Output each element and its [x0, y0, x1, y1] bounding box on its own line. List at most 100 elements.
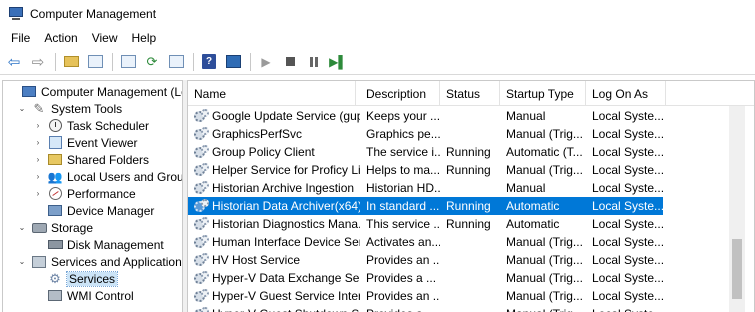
- service-name: Historian Data Archiver(x64): [188, 197, 360, 215]
- column-header-status[interactable]: Status: [440, 81, 500, 106]
- console-tree[interactable]: Computer Management (Local ⌄ ✎ System Tools…: [2, 80, 183, 312]
- column-header-name[interactable]: Name: [188, 81, 356, 106]
- table-row[interactable]: GraphicsPerfSvc Graphics pe... Manual (Tri…: [188, 125, 663, 143]
- stop-service-button[interactable]: [280, 52, 300, 72]
- users-icon: 👥: [47, 169, 63, 184]
- table-row[interactable]: Hyper-V Guest Shutdown S...Provides a ..…: [188, 305, 663, 312]
- expand-chevron-icon[interactable]: ›: [33, 172, 43, 181]
- service-name-text: Group Policy Client: [212, 145, 315, 159]
- expand-chevron-icon[interactable]: ›: [33, 121, 43, 130]
- properties-icon: [120, 55, 136, 68]
- scrollbar-thumb[interactable]: [732, 239, 742, 299]
- show-action-pane-button[interactable]: [223, 52, 243, 72]
- help-button[interactable]: ?: [199, 52, 219, 72]
- table-row[interactable]: Historian Data Archiver(x64) In standard …: [188, 197, 663, 215]
- tree-item[interactable]: › Shared Folders: [33, 151, 149, 168]
- restart-service-button[interactable]: ▶▌: [328, 52, 348, 72]
- service-log-on-as: Local Syste...: [592, 145, 663, 159]
- tree-item-label: Local Users and Groups: [67, 169, 182, 184]
- table-row[interactable]: Historian Archive Ingestion Historian HD.…: [188, 179, 663, 197]
- table-row[interactable]: Hyper-V Data Exchange Ser... Provides a .…: [188, 269, 663, 287]
- tree-item[interactable]: Computer Management (Local: [7, 83, 182, 100]
- table-row[interactable]: HV Host Service Provides an ... Manual (Tr…: [188, 251, 663, 269]
- list-header: Name Description Status Startup Type Log…: [188, 81, 754, 106]
- service-name: HV Host Service: [188, 251, 360, 269]
- tree-item-label: Services: [65, 270, 119, 287]
- window-title: Computer Management: [30, 7, 157, 21]
- menu-bar: File Action View Help: [0, 28, 755, 48]
- service-status: [440, 233, 500, 251]
- tree-item[interactable]: ⚙ Services: [33, 270, 119, 287]
- column-header-startup-type[interactable]: Startup Type: [500, 81, 586, 106]
- service-gear-icon: [194, 271, 209, 286]
- service-name: Historian Archive Ingestion: [188, 179, 360, 197]
- service-status: Running: [446, 217, 491, 231]
- services-list[interactable]: Name Description Status Startup Type Log…: [187, 80, 755, 312]
- start-service-button[interactable]: ▶: [256, 52, 276, 72]
- show-hide-console-tree-button[interactable]: [85, 52, 105, 72]
- tree-item[interactable]: › Task Scheduler: [33, 117, 149, 134]
- table-row[interactable]: Google Update Service (gup... Keeps your …: [188, 107, 663, 125]
- tree-item[interactable]: ⌄ Storage: [17, 219, 93, 236]
- table-row[interactable]: Hyper-V Guest Service Inter... Provides a…: [188, 287, 663, 305]
- service-gear-icon: [194, 307, 209, 312]
- properties-button[interactable]: [118, 52, 138, 72]
- service-log-on-as: Local Syste...: [592, 253, 663, 267]
- column-header-log-on-as[interactable]: Log On As: [586, 81, 666, 106]
- service-name-text: HV Host Service: [212, 253, 301, 267]
- tree-item[interactable]: Device Manager: [33, 202, 154, 219]
- service-gear-icon: [194, 199, 209, 214]
- pause-service-button[interactable]: [304, 52, 324, 72]
- table-row[interactable]: Group Policy Client The service i... Runni…: [188, 143, 663, 161]
- tree-item-label: WMI Control: [67, 288, 134, 303]
- tree-item[interactable]: › 👥 Local Users and Groups: [33, 168, 182, 185]
- menu-file[interactable]: File: [4, 28, 37, 48]
- expand-chevron-icon[interactable]: ›: [33, 155, 43, 164]
- tree-item[interactable]: › Event Viewer: [33, 134, 138, 151]
- expand-chevron-icon[interactable]: ›: [33, 189, 43, 198]
- tree-item[interactable]: › Performance: [33, 185, 136, 202]
- service-gear-icon: [194, 145, 209, 160]
- tree-item[interactable]: ⌄ ✎ System Tools: [17, 100, 123, 117]
- collapse-chevron-icon[interactable]: ⌄: [17, 223, 27, 232]
- service-name: Hyper-V Guest Service Inter...: [188, 287, 360, 305]
- service-description: Helps to ma...: [366, 163, 440, 177]
- back-button[interactable]: ⇦: [4, 52, 24, 72]
- up-one-level-button[interactable]: [61, 52, 81, 72]
- disk-icon: [47, 238, 63, 252]
- column-header-description[interactable]: Description: [360, 81, 440, 106]
- service-description: In standard ...: [366, 199, 440, 213]
- service-description: Provides an ...: [366, 253, 440, 267]
- service-startup-type: Manual (Trig...: [506, 235, 583, 249]
- tree-item-label: System Tools: [51, 101, 123, 116]
- menu-help[interactable]: Help: [125, 28, 164, 48]
- service-name-text: Historian Archive Ingestion: [212, 181, 355, 195]
- tree-item[interactable]: Disk Management: [33, 236, 164, 253]
- collapse-chevron-icon[interactable]: ⌄: [17, 257, 27, 266]
- tree-item-label: Task Scheduler: [67, 118, 150, 133]
- device-manager-icon: [47, 204, 63, 218]
- expand-chevron-icon[interactable]: ›: [33, 138, 43, 147]
- refresh-button[interactable]: ⟳: [142, 52, 162, 72]
- table-row[interactable]: Human Interface Device Ser... Activates a…: [188, 233, 663, 251]
- vertical-scrollbar[interactable]: [729, 106, 745, 312]
- performance-icon: [47, 187, 63, 201]
- computer-management-icon: [8, 6, 24, 22]
- tree-item-label: Computer Management (Local: [41, 84, 182, 99]
- menu-action[interactable]: Action: [37, 28, 84, 48]
- tree-item[interactable]: ⌄ Services and Applications: [17, 253, 182, 270]
- restart-icon: ▶▌: [329, 54, 347, 69]
- menu-view[interactable]: View: [85, 28, 125, 48]
- service-status: Running: [446, 163, 491, 177]
- service-status: [440, 125, 500, 143]
- tree-item-label: Event Viewer: [67, 135, 138, 150]
- collapse-chevron-icon[interactable]: ⌄: [17, 104, 27, 113]
- forward-button[interactable]: ⇨: [28, 52, 48, 72]
- service-log-on-as: Local Syste...: [586, 305, 663, 312]
- service-description: This service ...: [366, 217, 440, 231]
- tree-item[interactable]: WMI Control: [33, 287, 134, 304]
- table-row[interactable]: Historian Diagnostics Mana... This servic…: [188, 215, 663, 233]
- export-list-button[interactable]: [166, 52, 186, 72]
- table-row[interactable]: Helper Service for Proficy Li... Helps to…: [188, 161, 663, 179]
- service-status: [440, 179, 500, 197]
